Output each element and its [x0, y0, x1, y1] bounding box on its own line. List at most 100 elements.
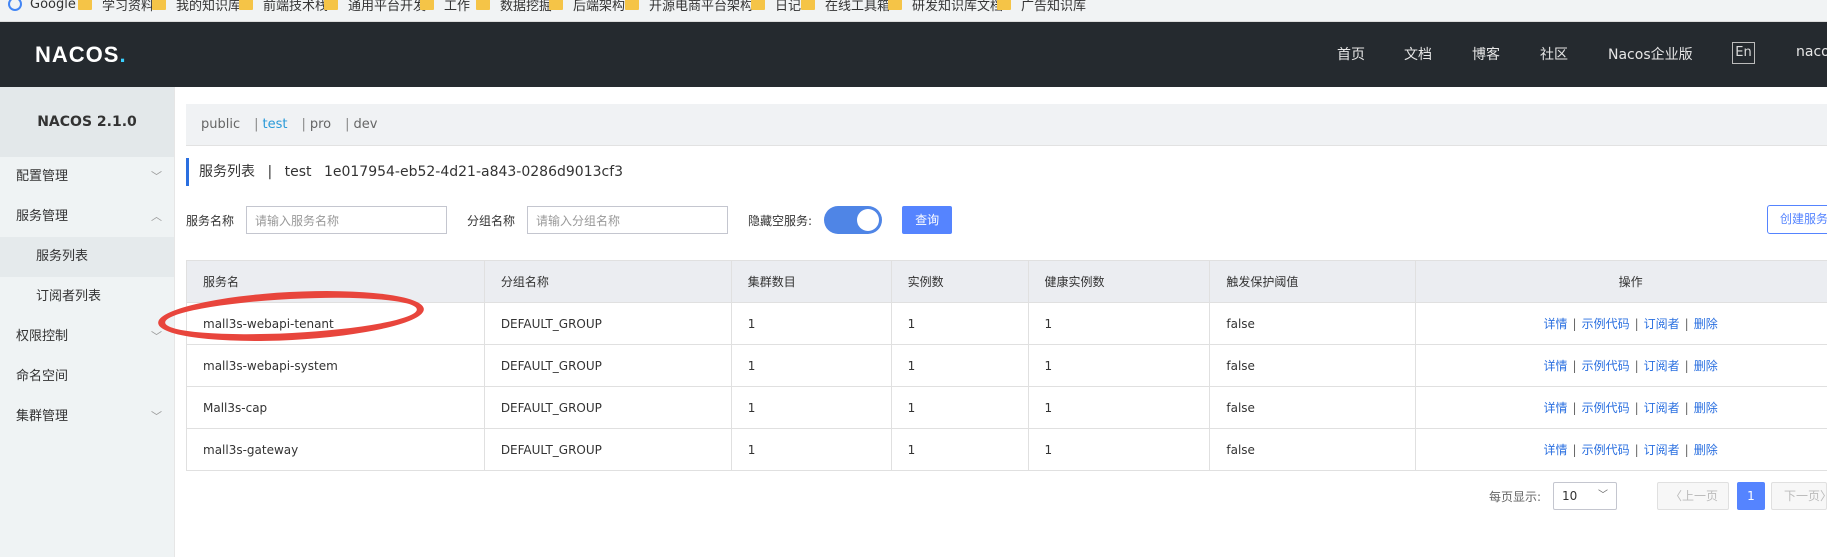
- subscribers-link[interactable]: 订阅者: [1644, 401, 1680, 415]
- chevron-down-icon: ﹀: [151, 330, 162, 343]
- instance-count-cell: 1: [890, 386, 1029, 429]
- folder-icon: [888, 0, 902, 10]
- version-title: NACOS 2.1.0: [0, 87, 174, 157]
- instance-count-cell: 1: [890, 344, 1029, 387]
- cluster-count-cell: 1: [730, 302, 892, 345]
- prev-page-button[interactable]: 〈上一页: [1657, 482, 1729, 510]
- page-size-select[interactable]: 10 ﹀: [1553, 482, 1617, 510]
- page-number-button[interactable]: 1: [1737, 482, 1765, 510]
- sample-code-link[interactable]: 示例代码: [1582, 443, 1630, 457]
- service-name-cell: mall3s-webapi-system: [186, 344, 485, 387]
- bookmark-folder[interactable]: 研发知识库文档: [888, 0, 1003, 14]
- bookmark-folder[interactable]: 通用平台开发: [324, 0, 426, 14]
- sidebar-item-service-list[interactable]: 服务列表: [0, 237, 174, 277]
- service-name-input[interactable]: 请输入服务名称: [246, 206, 448, 234]
- bookmark-folder[interactable]: 日记: [751, 0, 801, 14]
- bookmark-folder[interactable]: 学习资料: [78, 0, 154, 14]
- toggle-knob: [857, 209, 880, 231]
- folder-icon: [997, 0, 1011, 10]
- nacos-logo[interactable]: NACOS.: [35, 42, 127, 68]
- sample-code-link[interactable]: 示例代码: [1582, 359, 1630, 373]
- sidebar-item-auth[interactable]: 权限控制 ﹀: [0, 317, 174, 357]
- nav-docs[interactable]: 文档: [1404, 44, 1432, 66]
- service-name-cell: mall3s-webapi-tenant: [186, 302, 485, 345]
- query-button[interactable]: 查询: [902, 206, 953, 234]
- nav-community[interactable]: 社区: [1540, 44, 1568, 66]
- nav-enterprise[interactable]: Nacos企业版: [1608, 44, 1693, 66]
- healthy-count-cell: 1: [1027, 344, 1211, 387]
- group-cell: DEFAULT_GROUP: [483, 386, 732, 429]
- healthy-count-cell: 1: [1027, 386, 1211, 429]
- detail-link[interactable]: 详情: [1544, 443, 1568, 457]
- column-header: 实例数: [890, 260, 1029, 303]
- table-header-row: 服务名 分组名称 集群数目 实例数 健康实例数 触发保护阈值 操作: [186, 260, 1827, 303]
- next-page-button[interactable]: 下一页〉: [1771, 482, 1827, 510]
- sample-code-link[interactable]: 示例代码: [1582, 401, 1630, 415]
- folder-icon: [420, 0, 434, 10]
- bookmark-folder[interactable]: 开源电商平台架构...: [625, 0, 765, 14]
- folder-icon: [751, 0, 765, 10]
- sidebar-item-config[interactable]: 配置管理 ﹀: [0, 157, 174, 197]
- chevron-left-icon: 〈: [1670, 489, 1683, 503]
- group-name-input[interactable]: 请输入分组名称: [527, 206, 729, 234]
- hide-empty-label: 隐藏空服务:: [748, 213, 813, 228]
- per-page-label: 每页显示:: [1489, 489, 1542, 504]
- delete-link[interactable]: 删除: [1694, 443, 1718, 457]
- sample-code-link[interactable]: 示例代码: [1582, 317, 1630, 331]
- bookmark-folder[interactable]: 工作: [420, 0, 470, 14]
- subscribers-link[interactable]: 订阅者: [1644, 443, 1680, 457]
- chevron-down-icon: ﹀: [1598, 490, 1608, 501]
- actions-cell: 详情 | 示例代码 | 订阅者 | 删除: [1415, 302, 1827, 345]
- sidebar-item-subscribers[interactable]: 订阅者列表: [0, 277, 174, 317]
- hide-empty-toggle[interactable]: [824, 206, 883, 234]
- bookmark-folder[interactable]: 后端架构: [549, 0, 625, 14]
- column-header: 操作: [1415, 260, 1827, 303]
- service-name-cell: mall3s-gateway: [186, 428, 485, 471]
- namespace-pro[interactable]: pro: [310, 117, 331, 132]
- user-menu[interactable]: nacos: [1796, 44, 1827, 66]
- folder-icon: [78, 0, 92, 10]
- top-header: NACOS. 首页 文档 博客 社区 Nacos企业版 En nacos: [0, 22, 1827, 87]
- detail-link[interactable]: 详情: [1544, 359, 1568, 373]
- protect-threshold-cell: false: [1209, 386, 1417, 429]
- bookmark-google[interactable]: Google: [8, 0, 76, 14]
- chevron-right-icon: 〉: [1820, 489, 1826, 503]
- group-cell: DEFAULT_GROUP: [483, 344, 732, 387]
- namespace-dev[interactable]: dev: [354, 117, 378, 132]
- column-header: 分组名称: [483, 260, 732, 303]
- nav-blog[interactable]: 博客: [1472, 44, 1500, 66]
- bookmark-folder[interactable]: 在线工具箱: [801, 0, 890, 14]
- delete-link[interactable]: 删除: [1694, 359, 1718, 373]
- folder-icon: [324, 0, 338, 10]
- namespace-separator: |: [345, 117, 350, 132]
- delete-link[interactable]: 删除: [1694, 401, 1718, 415]
- google-icon: [8, 0, 22, 11]
- delete-link[interactable]: 删除: [1694, 317, 1718, 331]
- nav-home[interactable]: 首页: [1337, 44, 1365, 66]
- detail-link[interactable]: 详情: [1544, 401, 1568, 415]
- subscribers-link[interactable]: 订阅者: [1644, 359, 1680, 373]
- subscribers-link[interactable]: 订阅者: [1644, 317, 1680, 331]
- column-header: 健康实例数: [1027, 260, 1211, 303]
- cluster-count-cell: 1: [730, 428, 892, 471]
- protect-threshold-cell: false: [1209, 302, 1417, 345]
- bookmark-folder[interactable]: 数据挖掘: [476, 0, 552, 14]
- folder-icon: [152, 0, 166, 10]
- bookmark-folder[interactable]: 广告知识库: [997, 0, 1086, 14]
- chevron-up-icon: ︿: [151, 210, 162, 223]
- sidebar-item-service[interactable]: 服务管理 ︿: [0, 197, 174, 237]
- sidebar-item-namespace[interactable]: 命名空间: [0, 357, 174, 397]
- sidebar-item-cluster[interactable]: 集群管理 ﹀: [0, 397, 174, 437]
- create-service-button[interactable]: 创建服务: [1767, 205, 1827, 234]
- namespace-bar: public | test | pro | dev: [186, 104, 1827, 146]
- namespace-test[interactable]: test: [263, 117, 288, 132]
- bookmark-folder[interactable]: 我的知识库: [152, 0, 241, 14]
- language-switch-button[interactable]: En: [1732, 42, 1755, 64]
- bookmark-folder[interactable]: 前端技术栈: [239, 0, 328, 14]
- namespace-public[interactable]: public: [201, 117, 240, 132]
- table-row: mall3s-webapi-tenant DEFAULT_GROUP 1 1 1…: [186, 302, 1827, 345]
- chevron-down-icon: ﹀: [151, 170, 162, 183]
- protect-threshold-cell: false: [1209, 428, 1417, 471]
- detail-link[interactable]: 详情: [1544, 317, 1568, 331]
- table-row: mall3s-gateway DEFAULT_GROUP 1 1 1 false…: [186, 428, 1827, 471]
